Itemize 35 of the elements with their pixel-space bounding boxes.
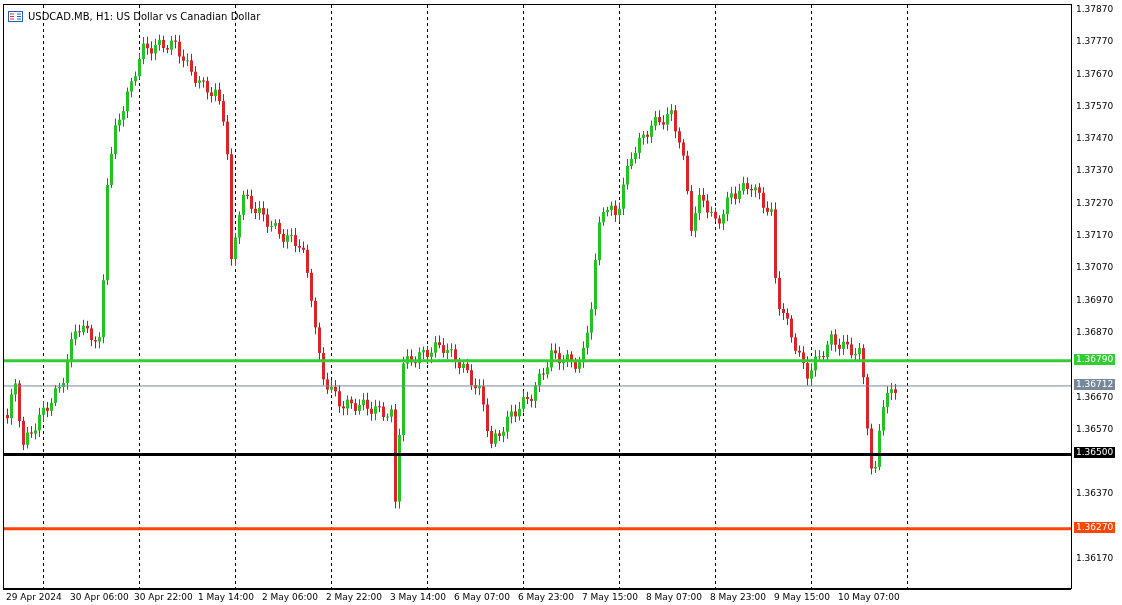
price-axis-label: 1.37670	[1076, 68, 1114, 79]
price-level-label: 1.36270	[1074, 521, 1116, 533]
price-axis-label: 1.37370	[1076, 165, 1114, 176]
price-axis-label: 1.37770	[1076, 36, 1114, 47]
price-axis-label: 1.37570	[1076, 100, 1114, 111]
time-axis-label: 7 May 15:00	[582, 592, 638, 602]
price-level-label: 1.36790	[1074, 353, 1116, 365]
price-axis-label: 1.36970	[1076, 294, 1114, 305]
price-axis-label: 1.37170	[1076, 230, 1114, 241]
price-axis-label: 1.37070	[1076, 262, 1114, 273]
time-axis-label: 9 May 15:00	[774, 592, 830, 602]
time-axis-label: 30 Apr 22:00	[134, 592, 193, 602]
time-axis-label: 29 Apr 2024	[6, 592, 62, 602]
time-axis-label: 8 May 23:00	[710, 592, 766, 602]
price-axis-label: 1.37270	[1076, 197, 1114, 208]
time-axis-label: 2 May 22:00	[326, 592, 382, 602]
price-axis-label: 1.37470	[1076, 133, 1114, 144]
time-axis-label: 6 May 23:00	[518, 592, 574, 602]
price-axis-label: 1.36170	[1076, 553, 1114, 563]
time-axis-label: 2 May 06:00	[262, 592, 318, 602]
price-axis-label: 1.37870	[1076, 4, 1114, 14]
time-axis-label: 30 Apr 06:00	[70, 592, 129, 602]
time-axis-label: 6 May 07:00	[454, 592, 510, 602]
price-level-label: 1.36712	[1074, 378, 1116, 390]
price-axis-label: 1.36570	[1076, 423, 1114, 434]
chart-title: USDCAD.MB, H1: US Dollar vs Canadian Dollar	[28, 11, 261, 22]
time-axis-label: 10 May 07:00	[838, 592, 900, 602]
price-axis-label: 1.36870	[1076, 326, 1114, 337]
price-level-label: 1.36500	[1074, 447, 1116, 459]
price-axis-label: 1.36370	[1076, 488, 1114, 499]
chart-window-icon	[8, 11, 23, 22]
time-axis-label: 8 May 07:00	[646, 592, 702, 602]
price-axis-label: 1.36670	[1076, 391, 1114, 402]
time-axis-label: 3 May 14:00	[390, 592, 446, 602]
time-axis-label: 1 May 14:00	[198, 592, 254, 602]
